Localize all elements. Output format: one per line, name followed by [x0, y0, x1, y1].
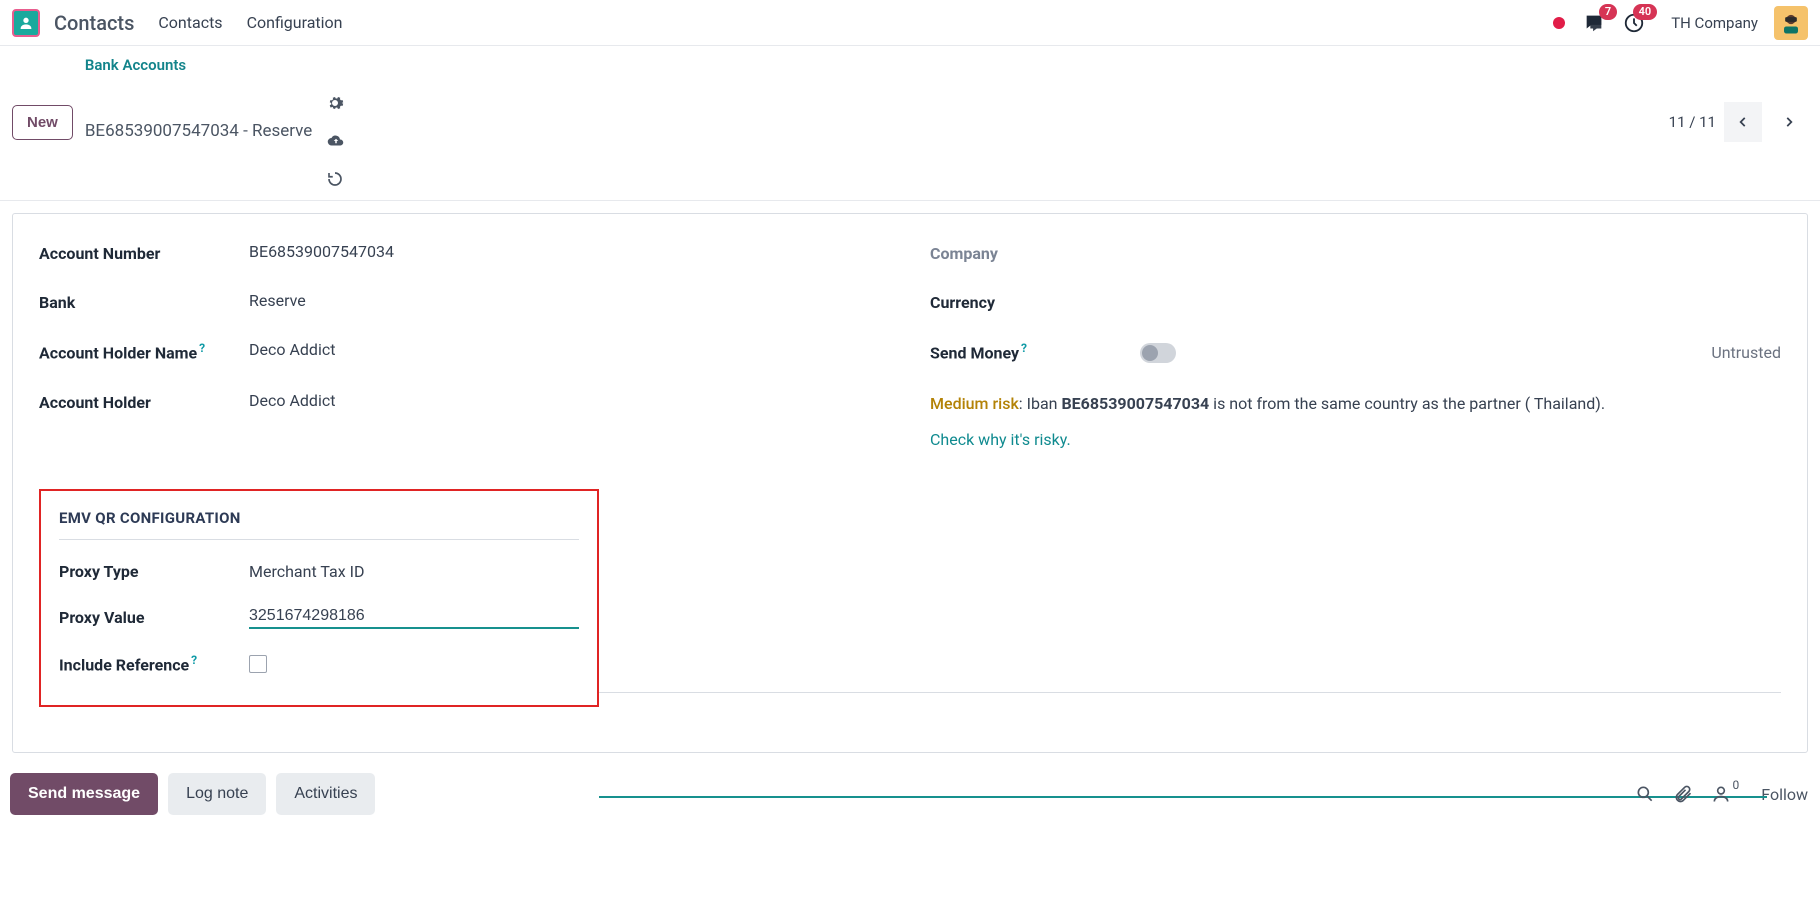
label-currency: Currency [930, 291, 1140, 314]
follow-button[interactable]: Follow [1761, 785, 1808, 804]
pager-text: 11 / 11 [1669, 113, 1716, 131]
search-icon[interactable] [1635, 784, 1655, 804]
user-avatar[interactable] [1774, 6, 1808, 40]
risk-link[interactable]: Check why it's risky. [930, 430, 1071, 449]
send-money-toggle[interactable] [1140, 343, 1176, 363]
left-column: Account Number BE68539007547034 Bank Res… [39, 242, 890, 449]
value-account-holder[interactable]: Deco Addict [249, 391, 890, 414]
followers-icon[interactable]: 0 [1711, 784, 1731, 804]
activities-badge: 40 [1633, 4, 1658, 20]
breadcrumb-current: BE68539007547034 - Reserve [85, 74, 346, 188]
breadcrumb-parent[interactable]: Bank Accounts [85, 56, 346, 74]
chatter-bar: Send message Log note Activities 0 Follo… [0, 765, 1820, 823]
help-icon[interactable]: ? [1021, 341, 1027, 355]
label-account-number: Account Number [39, 242, 249, 265]
activities-button[interactable]: Activities [276, 773, 375, 815]
value-company[interactable] [1140, 242, 1781, 265]
follower-count: 0 [1733, 778, 1740, 792]
label-account-holder: Account Holder [39, 391, 249, 414]
value-holder-name[interactable]: Deco Addict [249, 340, 890, 365]
app-icon[interactable] [12, 9, 40, 37]
messages-badge: 7 [1599, 4, 1617, 20]
send-money-status: Untrusted [1711, 343, 1781, 362]
proxy-value-underline-extension [599, 796, 1767, 798]
help-icon[interactable]: ? [199, 341, 205, 355]
activities-clock-icon[interactable]: 40 [1623, 12, 1645, 34]
record-title: BE68539007547034 - Reserve [85, 121, 312, 141]
pager: 11 / 11 [1669, 102, 1808, 142]
section-divider-right [599, 692, 1781, 693]
value-proxy-type[interactable]: Merchant Tax ID [249, 562, 579, 581]
company-switcher[interactable]: TH Company [1671, 14, 1758, 32]
proxy-value-input[interactable] [249, 605, 579, 629]
new-button[interactable]: New [12, 105, 73, 140]
discard-icon[interactable] [326, 170, 346, 188]
control-bar: New Bank Accounts BE68539007547034 - Res… [0, 46, 1820, 200]
value-bank[interactable]: Reserve [249, 291, 890, 314]
risk-iban: BE68539007547034 [1061, 394, 1209, 413]
form-sheet: Account Number BE68539007547034 Bank Res… [12, 213, 1808, 753]
label-bank: Bank [39, 291, 249, 314]
log-note-button[interactable]: Log note [168, 773, 266, 815]
label-proxy-value: Proxy Value [59, 608, 249, 627]
label-company: Company [930, 242, 1140, 265]
emv-section-title: EMV QR CONFIGURATION [59, 509, 579, 533]
messages-icon[interactable]: 7 [1583, 12, 1605, 34]
pager-next-button[interactable] [1770, 102, 1808, 142]
label-holder-name: Account Holder Name? [39, 340, 249, 365]
include-reference-checkbox[interactable] [249, 655, 267, 673]
menu-configuration[interactable]: Configuration [247, 13, 343, 32]
send-message-button[interactable]: Send message [10, 773, 158, 815]
risk-message: Medium risk: Iban BE68539007547034 is no… [930, 391, 1781, 417]
menu-contacts[interactable]: Contacts [158, 13, 222, 32]
status-dot-icon [1553, 17, 1565, 29]
value-currency[interactable] [1140, 291, 1781, 314]
emv-qr-section-highlight: EMV QR CONFIGURATION Proxy Type Merchant… [39, 489, 599, 706]
help-icon[interactable]: ? [191, 653, 197, 667]
app-name[interactable]: Contacts [54, 11, 134, 35]
cloud-upload-icon[interactable] [326, 132, 346, 150]
gear-icon[interactable] [326, 94, 346, 112]
label-proxy-type: Proxy Type [59, 562, 249, 581]
top-nav: Contacts Contacts Configuration 7 40 TH … [0, 0, 1820, 46]
label-include-reference: Include Reference? [59, 653, 249, 674]
attachment-icon[interactable] [1673, 784, 1693, 804]
value-account-number[interactable]: BE68539007547034 [249, 242, 890, 265]
risk-level: Medium risk [930, 394, 1019, 413]
label-send-money: Send Money? [930, 340, 1140, 365]
right-column: Company Currency Send Money? Untrusted [930, 242, 1781, 449]
pager-prev-button[interactable] [1724, 102, 1762, 142]
